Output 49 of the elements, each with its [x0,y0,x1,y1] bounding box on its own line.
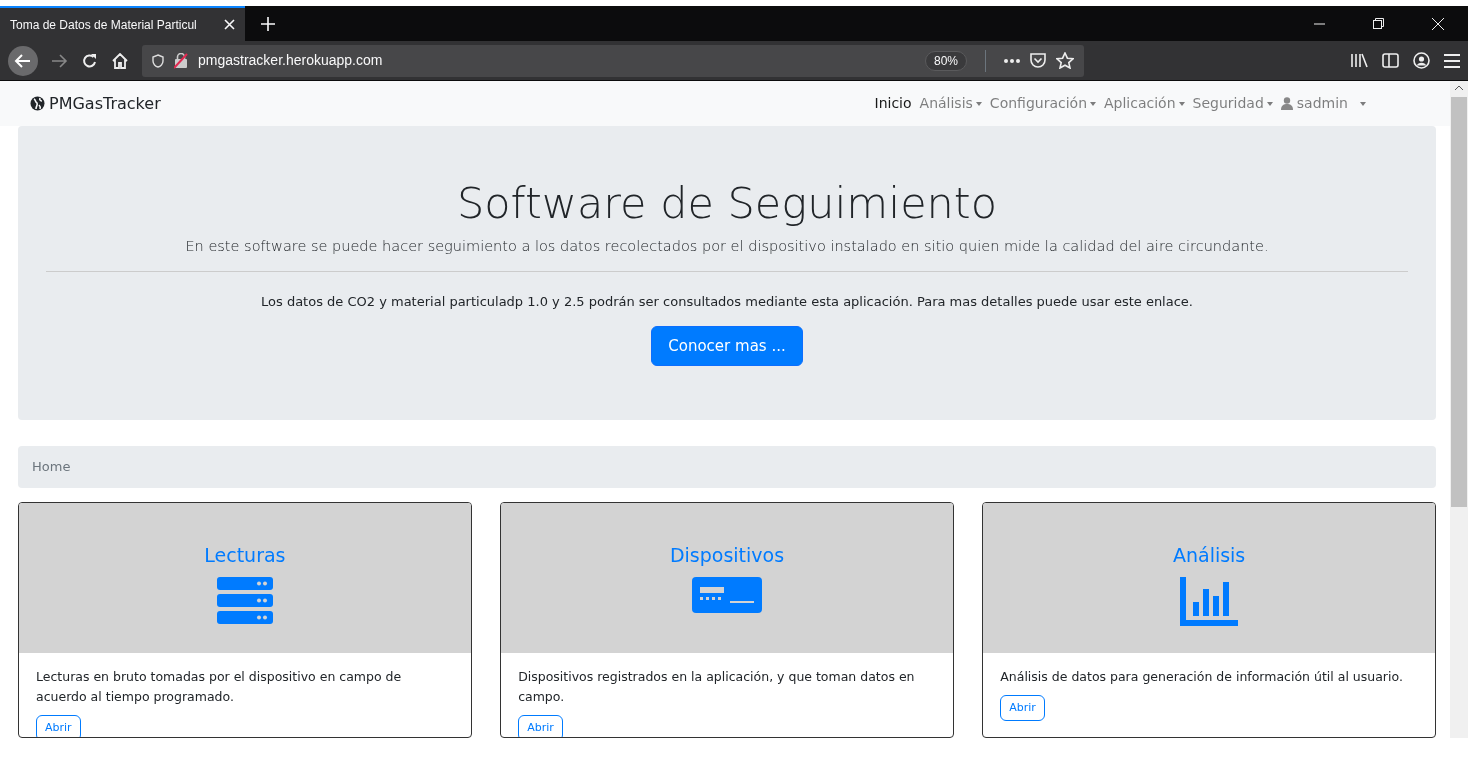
open-button[interactable]: Abrir [1000,694,1045,722]
card-text: Análisis de datos para generación de información útil al usuario. [1000,667,1404,686]
device-icon [692,577,762,614]
server-icon [216,577,273,625]
card-text: Dispositivos registrados en la aplicación, y que toman datos en campo. [518,667,916,706]
nav-link[interactable]: Aplicación [1100,93,1189,114]
hero-lead: En este software se puede hacer seguimiento a los datos recolectados por el dispositivo instalado en sitio quien mide la calidad del aire circundante. [184,236,1270,256]
restore-icon[interactable] [1373,18,1384,29]
menu-icon[interactable] [1444,53,1460,68]
card-title-link[interactable]: Análisis [1172,540,1246,570]
plus-icon[interactable] [261,16,275,31]
star-icon[interactable] [1056,52,1074,69]
card-title-link[interactable]: Lecturas [204,540,286,570]
pocket-icon[interactable] [1030,53,1046,68]
learn-more-button[interactable]: Conocer mas ... [651,325,803,367]
url-text[interactable]: pmgastracker.herokuapp.com [198,50,915,71]
nav-link[interactable]: Configuración [985,93,1100,114]
breadcrumb-item[interactable]: Home [32,459,71,475]
hero-title: Software de Seguimiento [455,178,999,230]
brand-link[interactable]: PMGasTracker [30,91,161,116]
nav-link[interactable]: Seguridad [1188,93,1277,114]
back-icon[interactable] [8,45,38,76]
globe-icon [30,96,45,111]
library-icon[interactable] [1351,53,1368,68]
card-title-link[interactable]: Dispositivos [669,540,785,570]
user-menu[interactable]: sadmin [1276,93,1370,114]
scrollbar[interactable] [1450,81,1468,738]
sidebar-icon[interactable] [1382,53,1399,68]
home-icon[interactable] [112,52,128,69]
user-icon [1280,97,1293,110]
forward-icon[interactable] [52,53,68,68]
card-text: Lecturas en bruto tomadas por el dispositivo en campo de acuerdo al tiempo programado. [36,667,403,706]
zoom-badge[interactable]: 80% [924,50,967,71]
nav-link[interactable]: Inicio [870,93,916,114]
account-icon[interactable] [1413,52,1430,69]
browser-tab[interactable]: Toma de Datos de Material Particul [0,6,245,41]
lock-icon [174,52,188,69]
close-icon[interactable] [224,19,235,30]
scroll-thumb[interactable] [1451,97,1467,507]
hero-text: Los datos de CO2 y material particuladp 1.0 y 2.5 podrán ser consultados mediante esta aplicación. Para mas detalles puede usar este enlace. [260,293,1194,312]
scroll-up-icon[interactable] [1454,85,1464,91]
shield-icon [152,53,164,68]
open-button[interactable]: Abrir [36,714,81,737]
close-icon[interactable] [1432,17,1444,30]
open-button[interactable]: Abrir [518,714,563,737]
chart-icon [1180,577,1239,627]
nav-link[interactable]: Análisis [915,93,986,114]
more-icon[interactable] [1004,58,1020,63]
reload-icon[interactable] [82,52,98,69]
